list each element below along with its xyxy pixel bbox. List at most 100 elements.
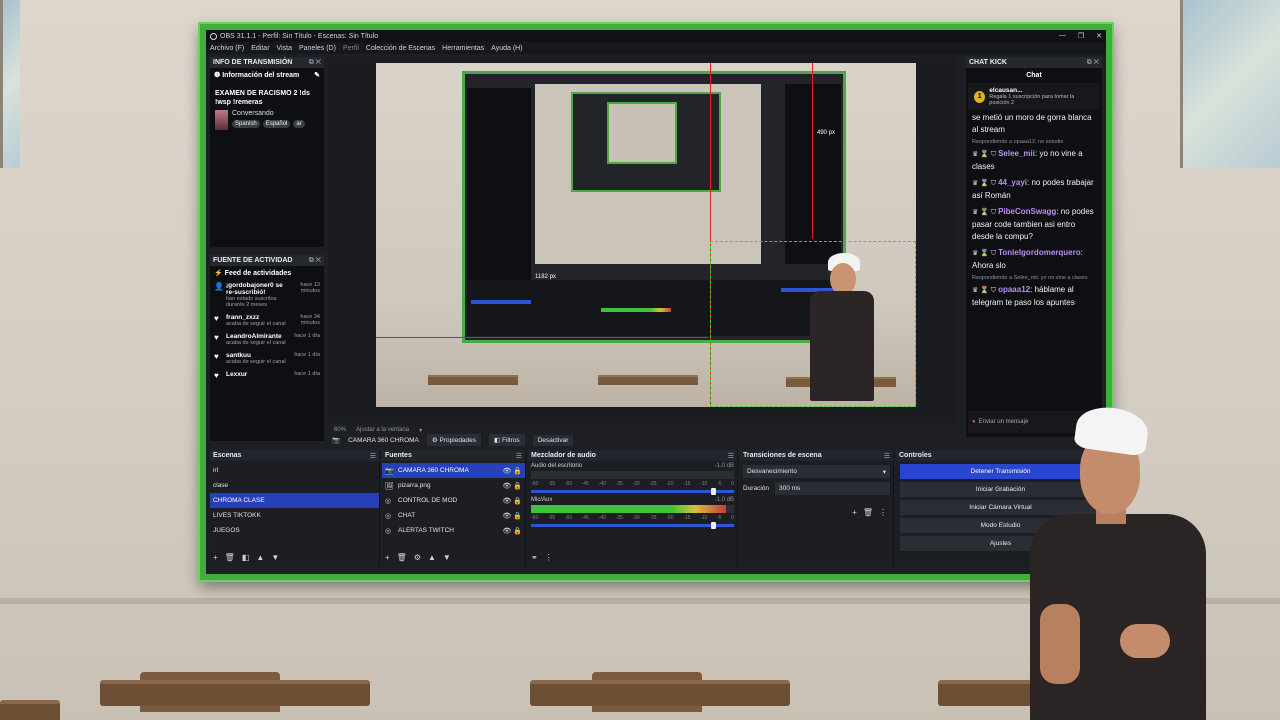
menu-archivo[interactable]: Archivo (F) <box>210 45 244 52</box>
activity-feed-panel: FUENTE DE ACTIVIDAD ⧉ ✕ ⚡ Feed de activi… <box>210 255 324 441</box>
chat-message[interactable]: ♛ ⌛ ⛉ Selee_mii: yo no vine a clases <box>966 146 1102 175</box>
source-item[interactable]: ◎ CONTROL DE MOD 👁 🔒 <box>382 493 525 508</box>
close-button[interactable]: ✕ <box>1096 32 1102 40</box>
dock-close-icon[interactable]: ⧉ ✕ <box>1087 59 1099 67</box>
dock-menu-icon[interactable]: ☰ <box>884 452 890 460</box>
preview-canvas[interactable]: 1182 px 490 px <box>328 57 956 423</box>
move-down-icon[interactable]: ▼ <box>271 553 279 562</box>
source-item[interactable]: 🖼 pizarra.png 👁 🔒 <box>382 478 525 493</box>
eye-icon[interactable]: 👁 🔒 <box>502 497 522 505</box>
chat-message[interactable]: ♛ ⌛ ⛉ Tonielgordomerquero: Ahora slo <box>966 245 1102 274</box>
source-item[interactable]: 📷 CAMARA 360 CHROMA 👁 🔒 <box>382 463 525 478</box>
menu-vista[interactable]: Vista <box>277 45 292 52</box>
chat-messages[interactable]: se metió un moro de gorra blanca al stre… <box>966 110 1102 311</box>
menu-herramientas[interactable]: Herramientas <box>442 45 484 52</box>
chat-username[interactable]: opaaa12 <box>998 285 1030 294</box>
transitions-header: Transiciones de escena ☰ <box>740 450 893 461</box>
chat-username[interactable]: 44_yayi <box>998 178 1027 187</box>
trash-icon[interactable]: 🗑 <box>397 553 407 562</box>
filter-icon[interactable]: ◧ <box>242 553 250 562</box>
volume-slider[interactable] <box>531 522 734 529</box>
add-icon[interactable]: + <box>852 508 857 517</box>
scale-tick: -5 <box>716 515 722 521</box>
deactivate-button[interactable]: Desactivar <box>532 434 574 446</box>
dock-close-icon[interactable]: ⧉ ✕ <box>309 59 321 67</box>
add-icon[interactable]: + <box>213 553 218 562</box>
move-down-icon[interactable]: ▼ <box>443 553 451 562</box>
mixer-db: -1.0 dB <box>714 497 734 503</box>
menu-coleccion-escenas[interactable]: Colección de Escenas <box>366 45 435 52</box>
chat-message[interactable]: ♛ ⌛ ⛉ PibeConSwagg: no podes pasar code … <box>966 204 1102 245</box>
scene-item[interactable]: irl <box>210 463 379 478</box>
trash-icon[interactable]: 🗑 <box>225 553 235 562</box>
eye-icon[interactable]: 👁 🔒 <box>502 482 522 490</box>
emote-icon[interactable]: ● <box>972 419 976 425</box>
chat-message[interactable]: se metió un moro de gorra blanca al stre… <box>966 110 1102 138</box>
more-menu-icon[interactable]: ⋮ <box>879 508 887 517</box>
eye-icon[interactable]: 👁 🔒 <box>502 527 522 535</box>
activity-main: ¡gordobajoner0 se re-suscribió! han estad… <box>226 282 286 308</box>
minimize-button[interactable]: — <box>1059 32 1066 40</box>
scene-item[interactable]: LIVES TIKTOKK <box>210 508 379 523</box>
volume-knob[interactable] <box>711 522 716 529</box>
sources-dock: Fuentes ☰ 📷 CAMARA 360 CHROMA 👁 🔒 🖼 pizarra.… <box>382 450 526 566</box>
activity-main: frann_zxzz acaba de seguir el canal <box>226 314 286 327</box>
wall-map-left <box>0 0 20 168</box>
dock-menu-icon[interactable]: ☰ <box>516 452 522 460</box>
volume-knob[interactable] <box>711 488 716 495</box>
user-icon: 👤 <box>214 282 224 291</box>
scale-tick: -20 <box>666 481 674 487</box>
source-item[interactable]: ◎ CHAT 👁 🔒 <box>382 508 525 523</box>
chat-badge-icon: ♛ ⌛ ⛉ <box>972 180 999 187</box>
link-icon[interactable]: ⚭ <box>531 553 538 562</box>
selection-bounds[interactable] <box>710 241 916 407</box>
volume-slider[interactable] <box>531 488 734 495</box>
chat-message[interactable]: ♛ ⌛ ⛉ 44_yayi: no podes trabajar así Rom… <box>966 175 1102 204</box>
pinned-gift[interactable]: 1 elcausan... Regala 1 suscripción para … <box>968 83 1100 110</box>
activity-list: 👤 ¡gordobajoner0 se re-suscribió! han esta… <box>210 279 324 383</box>
properties-button[interactable]: ⚙ Propiedades <box>426 434 482 446</box>
menu-perfil[interactable]: Perfil <box>343 45 359 52</box>
more-menu-icon[interactable]: ⋮ <box>545 553 553 562</box>
scene-item[interactable]: clase <box>210 478 379 493</box>
scenes-header: Escenas ☰ <box>210 450 379 461</box>
edit-pencil-icon[interactable]: ✎ <box>314 71 320 79</box>
duration-input[interactable]: 300 ms <box>775 482 890 495</box>
activity-item: ♥ Lexxur hace 1 día <box>210 368 324 383</box>
menu-editar[interactable]: Editar <box>251 45 269 52</box>
activity-desc: acaba de seguir el canal <box>226 321 286 327</box>
heart-icon: ♥ <box>214 371 219 380</box>
gear-icon[interactable]: ⚙ <box>414 553 421 562</box>
trash-icon[interactable]: 🗑 <box>863 508 873 517</box>
audio-meter <box>531 505 734 513</box>
maximize-button[interactable]: ❐ <box>1078 32 1084 40</box>
eye-icon[interactable]: 👁 🔒 <box>502 467 522 475</box>
scene-item[interactable]: JUEGOS <box>210 523 379 538</box>
chat-username[interactable]: PibeConSwagg <box>998 207 1056 216</box>
move-up-icon[interactable]: ▲ <box>428 553 436 562</box>
source-item[interactable]: ◎ ALERTAS TWITCH 👁 🔒 <box>382 523 525 538</box>
chat-message[interactable]: ♛ ⌛ ⛉ opaaa12: háblame al telegram te pa… <box>966 282 1102 311</box>
scale-tick: -20 <box>666 515 674 521</box>
eye-icon[interactable]: 👁 🔒 <box>502 512 522 520</box>
menu-ayuda[interactable]: Ayuda (H) <box>491 45 522 52</box>
scale-tick: -10 <box>700 481 708 487</box>
dock-close-icon[interactable]: ⧉ ✕ <box>309 257 321 265</box>
dock-menu-icon[interactable]: ☰ <box>370 452 376 460</box>
guide-line-horizontal <box>376 337 708 338</box>
scene-item[interactable]: CHROMA CLASE <box>210 493 379 508</box>
filters-button[interactable]: ◧ Filtros <box>489 434 525 446</box>
guide-line-vertical <box>812 63 813 239</box>
add-icon[interactable]: + <box>385 553 390 562</box>
mixer-tools: ⚭ ⋮ <box>531 553 553 562</box>
bolt-icon: ⚡ <box>214 269 223 277</box>
chat-header: CHAT KICK ⧉ ✕ <box>966 57 1102 68</box>
scale-tick: -15 <box>683 515 691 521</box>
chat-username[interactable]: Selee_mii <box>998 149 1035 158</box>
move-up-icon[interactable]: ▲ <box>256 553 264 562</box>
dock-menu-icon[interactable]: ☰ <box>728 452 734 460</box>
menu-paneles[interactable]: Paneles (D) <box>299 45 336 52</box>
chat-username[interactable]: Tonielgordomerquero <box>998 248 1081 257</box>
recursive-nested-screen-2 <box>607 102 677 164</box>
transition-select[interactable]: Desvanecimiento ▾ <box>743 465 890 478</box>
